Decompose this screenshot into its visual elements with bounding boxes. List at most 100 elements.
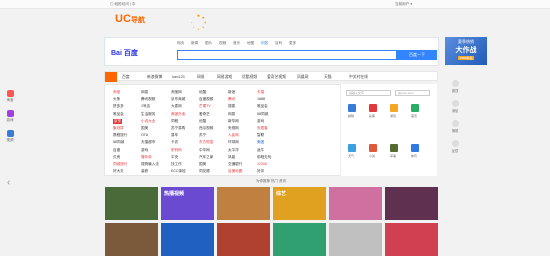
home-icon[interactable]	[411, 104, 419, 112]
directory-link[interactable]: 贝壳	[113, 155, 120, 160]
side-tool-add[interactable]: 添加	[447, 100, 463, 113]
quick-nav-item[interactable]: 网易	[197, 75, 205, 80]
directory-link[interactable]: 央视网	[228, 126, 239, 131]
directory-link[interactable]: 头条	[113, 97, 120, 102]
feed-tile[interactable]	[329, 223, 382, 256]
weather-input[interactable]: 请输入文字	[346, 90, 391, 96]
directory-link[interactable]: 苏宁易购	[171, 126, 185, 131]
feed-tile[interactable]	[329, 187, 382, 220]
directory-link[interactable]: 优酷	[199, 90, 206, 95]
directory-link[interactable]: 天猫超市	[141, 140, 155, 145]
directory-link[interactable]: 天猫	[257, 90, 264, 95]
quick-nav-item[interactable]: 新浪微博	[147, 75, 162, 80]
scroll-left-arrow[interactable]: ‹	[7, 177, 10, 188]
feed-tile[interactable]	[105, 187, 158, 220]
novel-icon[interactable]	[369, 144, 377, 152]
directory-link[interactable]: 易车	[171, 133, 178, 138]
rail-item-game[interactable]: 游戏	[4, 110, 16, 123]
tab-map[interactable]: 地图	[247, 41, 254, 46]
directory-link[interactable]: 唯品会	[257, 104, 268, 109]
directory-link[interactable]: 装修	[141, 169, 148, 174]
quick-nav-item[interactable]: 凤凰网	[297, 75, 308, 80]
feed-tile[interactable]	[161, 223, 214, 256]
feed-tile[interactable]: 综艺	[273, 187, 326, 220]
directory-link[interactable]: 小说大全	[141, 119, 155, 124]
directory-link[interactable]: 懂车帝	[141, 155, 152, 160]
tab-more[interactable]: 更多	[289, 41, 296, 46]
directory-link[interactable]: 西瓜视频	[199, 126, 213, 131]
directory-link[interactable]: 生活服务	[141, 112, 155, 117]
search-button[interactable]: 百度一下	[397, 50, 437, 60]
directory-link[interactable]: 1号店	[141, 104, 150, 109]
directory-link[interactable]: 好大夫	[113, 169, 124, 174]
directory-link[interactable]: 前程无忧	[257, 155, 271, 160]
game-icon[interactable]	[390, 104, 398, 112]
directory-link[interactable]: 优酷	[199, 119, 206, 124]
directory-link[interactable]: 百度	[113, 148, 120, 153]
directory-link[interactable]: 东方财富	[199, 140, 213, 145]
directory-link[interactable]: 1688	[257, 97, 265, 101]
rail-item-video[interactable]: 视频	[4, 130, 16, 143]
directory-link[interactable]: 苏宁	[199, 133, 206, 138]
directory-link[interactable]: 新浪	[228, 90, 235, 95]
directory-link[interactable]: OTA	[141, 133, 148, 137]
directory-link[interactable]: 国美	[141, 126, 148, 131]
mail-icon[interactable]	[348, 104, 356, 112]
directory-link[interactable]: 同城旅行	[113, 162, 127, 167]
directory-link[interactable]: 智联	[257, 133, 264, 138]
quick-nav-item[interactable]: 天猫	[324, 75, 332, 80]
directory-link[interactable]: 国美	[199, 162, 206, 167]
directory-link[interactable]: 找工作	[171, 162, 182, 167]
directory-link[interactable]: 中华网	[199, 148, 210, 153]
directory-link[interactable]: 平安	[171, 155, 178, 160]
directory-link[interactable]: 环球网	[228, 140, 239, 145]
directory-link[interactable]: 百度视频	[199, 97, 213, 102]
directory-link[interactable]: 搜狐	[228, 104, 235, 109]
directory-link[interactable]: 58同城	[257, 112, 268, 117]
quick-nav-item[interactable]: 网易游戏	[217, 75, 232, 80]
tab-baike[interactable]: 百科	[275, 41, 282, 46]
tab-video[interactable]: 视频	[219, 41, 226, 46]
directory-link[interactable]: 爱奇艺	[199, 112, 210, 117]
directory-link[interactable]: 12306	[257, 162, 267, 166]
feed-tile[interactable]	[217, 223, 270, 256]
feed-tile[interactable]	[217, 187, 270, 220]
directory-link[interactable]: 汽车之家	[199, 155, 213, 160]
directory-link[interactable]: 网易	[228, 112, 235, 117]
directory-link[interactable]: 网易	[141, 90, 148, 95]
directory-link[interactable]: 美团	[257, 140, 264, 145]
baidu-logo[interactable]: Bai 百度	[105, 47, 175, 60]
tab-qa[interactable]: 问答	[261, 41, 268, 46]
directory-link[interactable]: 凤凰	[228, 155, 235, 160]
directory-link[interactable]: 京东	[113, 118, 123, 124]
directory-link[interactable]: 搜狗输入法	[141, 162, 159, 167]
directory-link[interactable]: 聚划算	[113, 126, 124, 131]
directory-link[interactable]: 交通银行	[228, 162, 242, 167]
tab-music[interactable]: 音乐	[233, 41, 240, 46]
directory-link[interactable]: 驴妈妈	[171, 148, 182, 153]
feed-tile[interactable]	[385, 223, 438, 256]
directory-link[interactable]: 大麦网	[171, 104, 182, 109]
military-icon[interactable]	[390, 144, 398, 152]
side-tool-pin[interactable]: 置顶	[447, 80, 463, 93]
sports-icon[interactable]	[411, 144, 419, 152]
weather-icon[interactable]	[348, 144, 356, 152]
search-input[interactable]	[177, 50, 397, 60]
quick-nav-item[interactable]: 优酷视频	[242, 75, 257, 80]
directory-link[interactable]: ECC体检	[171, 169, 186, 174]
url-input[interactable]: qipono.com	[395, 90, 430, 96]
directory-link[interactable]: 腾讯视频	[141, 97, 155, 102]
quick-nav-item[interactable]: 百度	[122, 75, 130, 80]
topbar-left-text[interactable]: ◎ 轻松访问 | 中	[110, 2, 136, 7]
directory-link[interactable]: 同花顺	[199, 169, 210, 174]
directory-link[interactable]: 百度地图	[228, 169, 242, 174]
feed-tile[interactable]	[385, 187, 438, 220]
feed-tile[interactable]	[105, 223, 158, 256]
directory-link[interactable]: 美团外卖	[171, 112, 185, 117]
directory-link[interactable]: 人民网	[228, 133, 239, 138]
uc-logo[interactable]: UC 导航	[111, 13, 156, 28]
lottery-icon[interactable]	[369, 104, 377, 112]
quick-nav-item[interactable]: 中关村在线	[349, 75, 368, 80]
directory-link[interactable]: 游戏	[141, 148, 148, 153]
directory-link[interactable]: 安居客	[257, 126, 268, 131]
